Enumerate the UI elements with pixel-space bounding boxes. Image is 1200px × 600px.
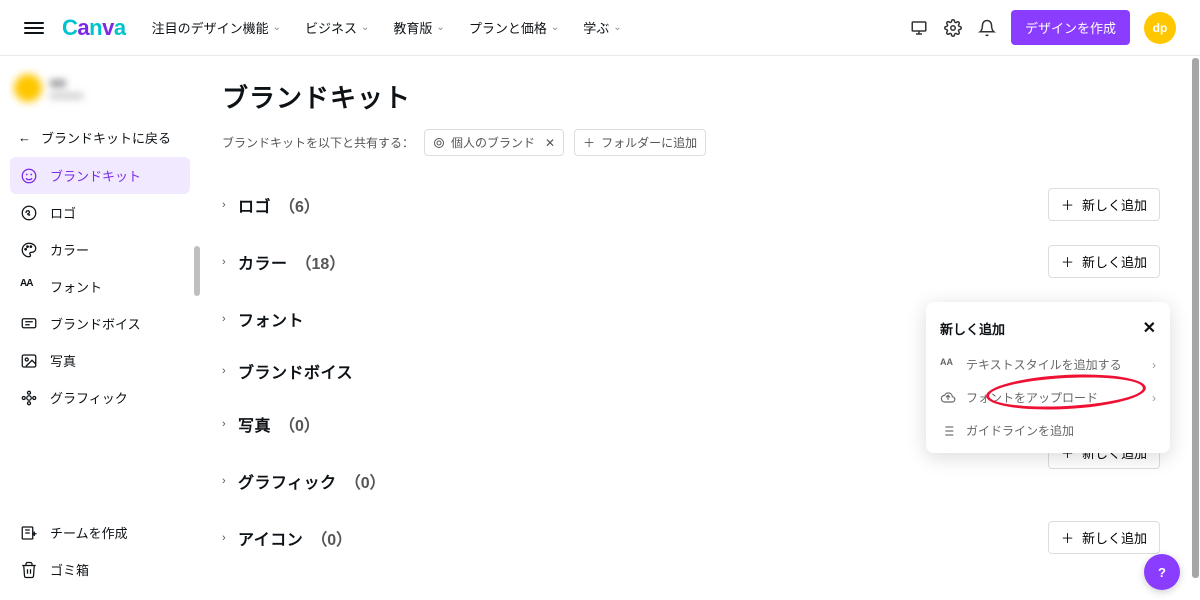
sidebar-trash[interactable]: ゴミ箱 [10,551,190,588]
voice-icon [20,315,38,333]
chevron-down-icon: ⌄ [551,22,559,33]
nav-learn[interactable]: 学ぶ⌄ [583,18,621,37]
plus-icon: ＋ [1061,195,1074,214]
section-title: フォント [238,307,304,331]
section-count: （0） [345,469,386,493]
plus-icon: ＋ [1061,528,1074,547]
font-icon: AA [20,278,38,296]
section-icon: › アイコン （0） ＋新しく追加 [222,509,1160,566]
chevron-down-icon: ⌄ [273,22,281,33]
page-scrollbar[interactable] [1192,58,1199,578]
section-title: 写真 [238,412,271,436]
section-title: ロゴ [238,193,271,217]
nav-business[interactable]: ビジネス⌄ [305,18,369,37]
main: ブランドキット ブランドキットを以下と共有する： 個人のブランド ✕ ＋ フォル… [200,56,1200,600]
avatar[interactable]: dp [1144,12,1176,44]
share-label: ブランドキットを以下と共有する： [222,134,414,151]
chevron-right-icon[interactable]: › [222,365,230,377]
nav-education[interactable]: 教育版⌄ [393,18,444,37]
section-count: （0） [279,412,320,436]
chevron-right-icon[interactable]: › [222,199,230,211]
menu-icon[interactable] [24,19,44,37]
add-new-popover: 新しく追加 ✕ AA テキストスタイルを追加する › フォントをアップロード ›… [926,302,1170,453]
section-count: （0） [311,526,352,550]
top-bar: Canva 注目のデザイン機能⌄ ビジネス⌄ 教育版⌄ プランと価格⌄ 学ぶ⌄ … [0,0,1200,56]
close-icon[interactable]: ✕ [1143,318,1156,338]
popover-upload-font[interactable]: フォントをアップロード › [926,381,1170,414]
section-title: グラフィック [238,469,337,493]
section-title: アイコン [238,526,303,550]
nav-featured[interactable]: 注目のデザイン機能⌄ [152,18,281,37]
trash-icon [20,561,38,579]
back-to-brandkits[interactable]: ← ブランドキットに戻る [10,118,190,157]
graphic-icon [20,389,38,407]
create-design-button[interactable]: デザインを作成 [1011,10,1130,45]
section-color: › カラー （18） ＋新しく追加 [222,233,1160,290]
page-title: ブランドキット [222,78,1160,115]
list-icon [940,423,956,439]
brandkit-icon [20,167,38,185]
bell-icon[interactable] [977,18,997,38]
section-title: カラー [238,250,288,274]
chevron-right-icon: › [1152,391,1156,405]
sidebar-item-color[interactable]: カラー [10,231,190,268]
popover-add-textstyle[interactable]: AA テキストスタイルを追加する › [926,348,1170,381]
plus-icon: ＋ [1061,252,1074,271]
palette-icon [20,241,38,259]
photo-icon [20,352,38,370]
section-graphic: › グラフィック （0） ＋新しく追加 [222,452,1160,509]
add-logo-button[interactable]: ＋新しく追加 [1048,188,1160,221]
popover-title: 新しく追加 [940,319,1005,338]
logo[interactable]: Canva [62,15,126,41]
sidebar-item-photo[interactable]: 写真 [10,342,190,379]
chevron-down-icon: ⌄ [436,22,444,33]
chevron-right-icon[interactable]: › [222,256,230,268]
account-block[interactable]: ●●●●●●● [10,68,190,108]
chevron-right-icon: › [1152,358,1156,372]
add-folder-button[interactable]: ＋ フォルダーに追加 [574,129,706,156]
top-nav: 注目のデザイン機能⌄ ビジネス⌄ 教育版⌄ プランと価格⌄ 学ぶ⌄ [152,18,909,37]
sidebar: ●●●●●●● ← ブランドキットに戻る ブランドキット ロゴ カラー AA フ… [0,56,200,600]
section-count: （18） [296,250,346,274]
font-icon: AA [940,357,956,373]
display-icon[interactable] [909,18,929,38]
chevron-right-icon[interactable]: › [222,313,230,325]
nav-pricing[interactable]: プランと価格⌄ [469,18,559,37]
help-fab[interactable]: ? [1144,554,1180,590]
chevron-down-icon: ⌄ [613,22,621,33]
target-icon [433,137,445,149]
section-logo: › ロゴ （6） ＋新しく追加 [222,176,1160,233]
top-right: デザインを作成 dp [909,10,1176,45]
chevron-right-icon[interactable]: › [222,418,230,430]
popover-add-guideline[interactable]: ガイドラインを追加 [926,414,1170,447]
sidebar-item-voice[interactable]: ブランドボイス [10,305,190,342]
section-title: ブランドボイス [238,359,353,383]
share-chip-personal[interactable]: 個人のブランド ✕ [424,129,564,156]
sidebar-item-brandkit[interactable]: ブランドキット [10,157,190,194]
add-icon-button[interactable]: ＋新しく追加 [1048,521,1160,554]
add-color-button[interactable]: ＋新しく追加 [1048,245,1160,278]
chevron-down-icon: ⌄ [361,22,369,33]
sidebar-create-team[interactable]: チームを作成 [10,514,190,551]
chevron-right-icon[interactable]: › [222,532,230,544]
team-icon [20,524,38,542]
section-count: （6） [279,193,320,217]
account-avatar [14,74,42,102]
sidebar-item-graphic[interactable]: グラフィック [10,379,190,416]
chevron-right-icon[interactable]: › [222,475,230,487]
share-row: ブランドキットを以下と共有する： 個人のブランド ✕ ＋ フォルダーに追加 [222,129,1160,156]
sidebar-item-font[interactable]: AA フォント [10,268,190,305]
upload-cloud-icon [940,390,956,406]
arrow-left-icon: ← [18,130,31,145]
logo-icon [20,204,38,222]
gear-icon[interactable] [943,18,963,38]
sidebar-item-logo[interactable]: ロゴ [10,194,190,231]
plus-icon: ＋ [583,134,595,151]
chip-remove-icon[interactable]: ✕ [545,136,555,150]
